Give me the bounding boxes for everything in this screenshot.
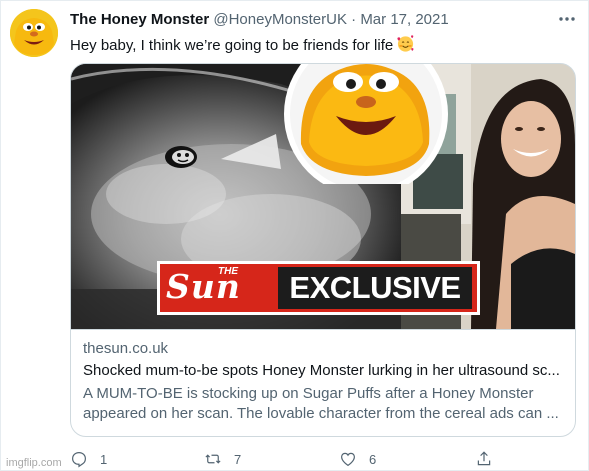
like-count: 6 [369,451,377,467]
tweet: The Honey Monster @HoneyMonsterUK · Mar … [0,0,589,471]
retweet-icon [205,454,221,464]
like-button[interactable]: 6 [339,450,376,468]
retweet-button[interactable]: 7 [204,450,241,468]
card-image[interactable]: Sun THE EXCLUSIVE [71,64,575,330]
sun-exclusive-banner: Sun THE EXCLUSIVE [157,261,480,315]
more-dots-icon [559,17,575,21]
honey-monster-inset [284,64,448,184]
smiling-face-with-hearts-icon [396,34,415,59]
handle[interactable]: @HoneyMonsterUK [213,11,347,28]
card-description: A MUM-TO-BE is stocking up on Sugar Puff… [83,384,565,424]
card-domain[interactable]: thesun.co.uk [83,340,168,357]
tweet-text: Hey baby, I think we’re going to be frie… [70,34,415,59]
exclusive-label: EXCLUSIVE [278,267,472,309]
share-button[interactable] [475,450,505,468]
tweet-date[interactable]: Mar 17, 2021 [360,11,448,28]
reply-count: 1 [100,451,108,467]
imgflip-watermark: imgflip.com [6,457,62,469]
card-description-line-1: A MUM-TO-BE is stocking up on Sugar Puff… [83,385,534,402]
heart-icon [341,452,355,467]
card-description-line-2: appeared on her scan. The lovable charac… [83,405,559,422]
share-icon [477,451,491,466]
reply-button[interactable]: 1 [70,450,107,468]
tweet-text-body: Hey baby, I think we’re going to be frie… [70,37,394,54]
card-title[interactable]: Shocked mum-to-be spots Honey Monster lu… [83,361,565,381]
retweet-count: 7 [234,451,242,467]
tweet-header: The Honey Monster @HoneyMonsterUK · Mar … [70,11,449,28]
reply-icon [72,452,86,468]
the-logo-text: THE [218,266,238,277]
honey-monster-avatar-icon [10,9,58,57]
separator: · [351,11,357,28]
link-preview-card[interactable]: Sun THE EXCLUSIVE thesun.co.uk Shocked m… [70,63,576,437]
display-name[interactable]: The Honey Monster [70,11,209,28]
avatar[interactable] [10,9,58,57]
more-options-icon[interactable] [557,9,577,29]
